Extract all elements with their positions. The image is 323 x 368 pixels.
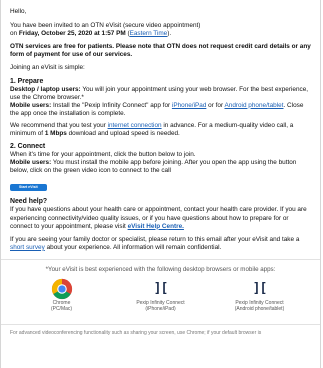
divider bbox=[1, 258, 320, 260]
pexip-icon: ][ bbox=[153, 280, 169, 296]
free-notice: OTN services are free for patients. Plea… bbox=[10, 43, 311, 59]
pexip-icon: ][ bbox=[252, 280, 268, 296]
mobile-instructions: Mobile users: Install the "Pexip Infinit… bbox=[10, 101, 304, 117]
pexip-iphone-item[interactable]: ][ Pexip Infinity Connect (iPhone/iPad) bbox=[113, 278, 208, 312]
connection-recommendation: We recommend that you test your internet… bbox=[10, 121, 294, 138]
prepare-heading: 1. Prepare bbox=[10, 77, 44, 85]
appointment-date: Friday, October 25, 2020 at 1:57 PM bbox=[18, 30, 126, 38]
connect-line: When it's time for your appointment, cli… bbox=[10, 151, 196, 159]
chrome-icon bbox=[51, 278, 72, 299]
internet-test-link[interactable]: internet connection bbox=[108, 122, 162, 129]
browsers-note: *Your eVisit is best experienced with th… bbox=[45, 265, 276, 273]
eastern-time-link[interactable]: Eastern Time bbox=[130, 30, 168, 37]
pexip-android-item[interactable]: ][ Pexip Infinity Connect (Android phone… bbox=[212, 278, 307, 312]
android-app-link[interactable]: Android phone/tablet bbox=[225, 102, 284, 109]
help-centre-link[interactable]: eVisit Help Centre. bbox=[128, 223, 184, 230]
greeting: Hello, bbox=[10, 8, 27, 15]
invite-line: You have been invited to an OTN eVisit (… bbox=[10, 22, 201, 38]
desktop-instructions: Desktop / laptop users: You will join yo… bbox=[10, 85, 309, 101]
divider bbox=[1, 323, 320, 325]
survey-paragraph: If you are seeing your family doctor or … bbox=[10, 235, 300, 251]
help-heading: Need help? bbox=[10, 198, 48, 206]
survey-link[interactable]: short survey bbox=[10, 244, 45, 251]
connect-heading: 2. Connect bbox=[10, 143, 46, 151]
help-paragraph: If you have questions about your health … bbox=[10, 206, 307, 230]
joining-intro: Joining an eVisit is simple: bbox=[10, 64, 85, 72]
iphone-app-link[interactable]: iPhone/iPad bbox=[172, 102, 206, 109]
chrome-item[interactable]: Chrome (PC/Mac) bbox=[14, 278, 109, 312]
footer-note: For advanced videoconferencing functiona… bbox=[10, 329, 262, 336]
email-body: Hello, You have been invited to an OTN e… bbox=[0, 0, 321, 368]
start-evisit-button[interactable]: Start eVisit bbox=[10, 183, 47, 191]
connect-mobile: Mobile users: You must install the mobil… bbox=[10, 159, 297, 175]
browser-icons: Chrome (PC/Mac) ][ Pexip Infinity Connec… bbox=[10, 278, 311, 312]
